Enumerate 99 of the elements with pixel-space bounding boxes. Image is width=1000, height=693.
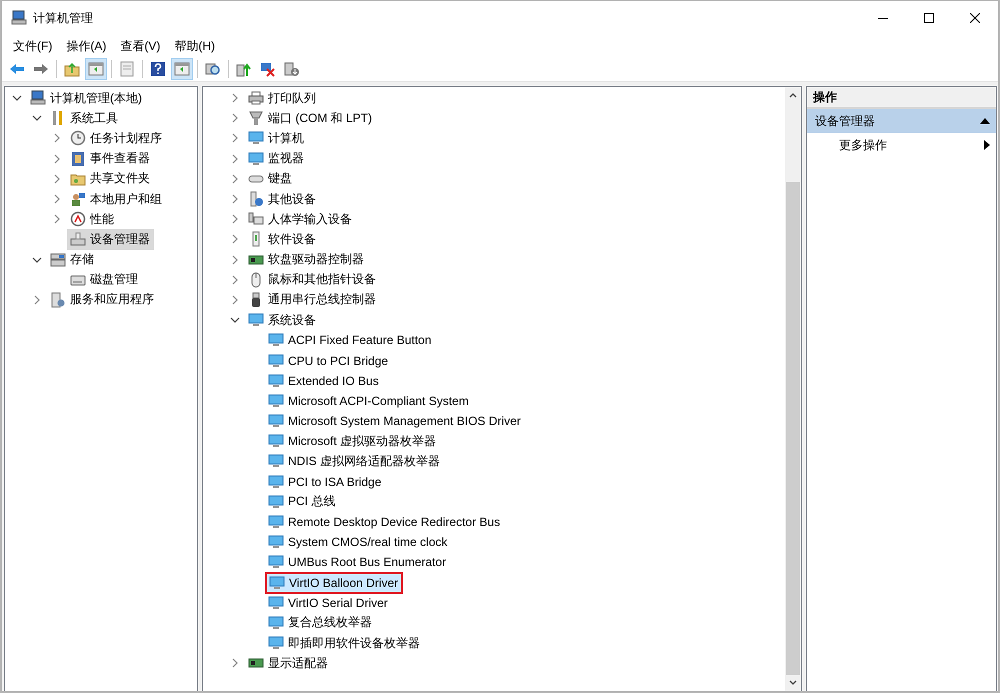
clock-icon <box>70 130 86 146</box>
computer-icon <box>11 10 27 26</box>
tree-item[interactable]: 即插即用软件设备枚举器 <box>265 632 424 654</box>
monitor-icon <box>268 554 284 570</box>
monitor-icon <box>268 514 284 530</box>
tree-item[interactable]: 通用串行总线控制器 <box>245 289 380 310</box>
monitor-icon <box>268 494 284 510</box>
monitor-icon <box>268 614 284 631</box>
action-section-header[interactable]: 设备管理器 <box>807 109 996 133</box>
forward-arrow-icon <box>33 61 49 77</box>
tree-item[interactable]: VirtIO Serial Driver <box>265 592 392 613</box>
pane-toggle-button[interactable] <box>85 58 107 80</box>
tree-item[interactable]: Microsoft System Management BIOS Driver <box>265 411 525 432</box>
scan-hardware-icon <box>205 61 221 77</box>
tree-item[interactable]: ACPI Fixed Feature Button <box>265 330 436 350</box>
services-icon <box>50 292 66 308</box>
tree-item[interactable]: 复合总线枚举器 <box>265 612 376 634</box>
tree-item[interactable]: Microsoft ACPI-Compliant System <box>265 390 473 411</box>
tree-item[interactable]: 软件设备 <box>245 228 320 250</box>
monitor-icon <box>268 594 284 611</box>
tree-item[interactable]: 其他设备 <box>245 188 320 210</box>
pane-toggle-icon <box>174 61 190 77</box>
install-device-icon <box>284 61 300 77</box>
tree-item[interactable]: Extended IO Bus <box>265 370 383 391</box>
monitor-icon <box>268 332 284 348</box>
monitor-icon <box>248 150 264 167</box>
tree-item[interactable]: 磁盘管理 <box>67 269 142 290</box>
tree-item[interactable]: 鼠标和其他指针设备 <box>245 269 380 290</box>
tree-item[interactable]: 系统设备 <box>245 310 320 331</box>
tree-item[interactable]: 事件查看器 <box>67 148 154 170</box>
menu-item[interactable]: 文件(F) <box>6 38 60 54</box>
pane-toggle-icon <box>88 61 104 77</box>
monitor-icon <box>268 392 284 409</box>
monitor-icon <box>268 474 284 490</box>
printer-icon <box>248 90 264 106</box>
tree-item[interactable]: PCI to ISA Bridge <box>265 472 386 492</box>
tree-item[interactable]: Remote Desktop Device Redirector Bus <box>265 512 504 532</box>
tree-item[interactable]: 本地用户和组 <box>67 188 166 210</box>
tree-item[interactable]: 任务计划程序 <box>67 128 166 149</box>
tree-item[interactable]: System CMOS/real time clock <box>265 532 452 552</box>
scrollbar-thumb[interactable] <box>786 182 800 675</box>
log-book-icon <box>70 150 86 167</box>
tree-item[interactable]: 端口 (COM 和 LPT) <box>245 108 376 129</box>
submenu-arrow-icon <box>984 140 990 150</box>
pane-header: 操作 <box>807 87 996 109</box>
monitor-icon <box>268 433 284 450</box>
scrollbar[interactable] <box>785 87 801 691</box>
properties-icon <box>119 61 135 77</box>
monitor-icon <box>268 372 284 389</box>
tree-item[interactable]: 键盘 <box>245 168 296 190</box>
tree-item[interactable]: VirtIO Balloon Driver <box>265 572 404 594</box>
tree-item[interactable]: 系统工具 <box>47 108 122 129</box>
tree-item[interactable]: 性能 <box>67 208 118 230</box>
update-driver-icon <box>236 61 252 77</box>
tree-item[interactable]: 计算机管理(本地) <box>27 88 146 109</box>
pane-toggle-button[interactable] <box>171 58 193 80</box>
menu-item[interactable]: 操作(A) <box>59 38 114 54</box>
gauge-icon <box>70 211 86 228</box>
maximize-icon <box>924 13 934 23</box>
collapse-triangle-icon <box>980 117 990 125</box>
menu-item[interactable]: 帮助(H) <box>167 38 222 54</box>
folder-up-icon <box>64 61 80 77</box>
tree-item[interactable]: 显示适配器 <box>245 652 332 674</box>
tree-item[interactable]: 设备管理器 <box>67 228 154 250</box>
tree-item[interactable]: 服务和应用程序 <box>47 289 158 310</box>
device-manager-icon <box>70 231 86 248</box>
window-title: 计算机管理 <box>33 10 93 26</box>
monitor-icon <box>268 352 284 369</box>
tree-item[interactable]: NDIS 虚拟网络适配器枚举器 <box>265 450 444 472</box>
monitor-icon <box>268 413 284 430</box>
monitor-icon <box>248 130 264 146</box>
input-device-icon <box>248 211 264 228</box>
help-icon <box>150 61 166 77</box>
tree-item[interactable]: 监视器 <box>245 148 308 170</box>
tree-item[interactable]: CPU to PCI Bridge <box>265 350 392 371</box>
monitor-icon <box>268 453 284 470</box>
tree-item[interactable]: 人体学输入设备 <box>245 208 356 230</box>
tree-item[interactable]: 共享文件夹 <box>67 168 154 190</box>
users-icon <box>70 191 86 208</box>
close-icon <box>970 13 980 23</box>
monitor-icon <box>268 534 284 550</box>
monitor-icon <box>248 312 264 328</box>
monitor-icon <box>268 635 284 652</box>
tree-item[interactable]: PCI 总线 <box>265 491 340 512</box>
remove-device-icon <box>260 61 276 77</box>
tree-item[interactable]: 计算机 <box>245 128 308 149</box>
monitor-icon <box>269 574 285 591</box>
storage-icon <box>50 252 66 268</box>
computer-icon <box>30 90 46 106</box>
tree-item[interactable]: Microsoft 虚拟驱动器枚举器 <box>265 430 440 452</box>
tree-item[interactable]: UMBus Root Bus Enumerator <box>265 552 450 572</box>
tree-item[interactable]: 软盘驱动器控制器 <box>245 249 368 270</box>
back-arrow-icon <box>9 61 25 77</box>
tree-item[interactable]: 存储 <box>47 249 98 270</box>
port-icon <box>248 110 264 126</box>
tree-item[interactable]: 打印队列 <box>245 88 320 109</box>
unknown-device-icon <box>248 191 264 208</box>
action-link[interactable]: 更多操作 <box>807 133 996 157</box>
menu-item[interactable]: 查看(V) <box>113 38 168 54</box>
